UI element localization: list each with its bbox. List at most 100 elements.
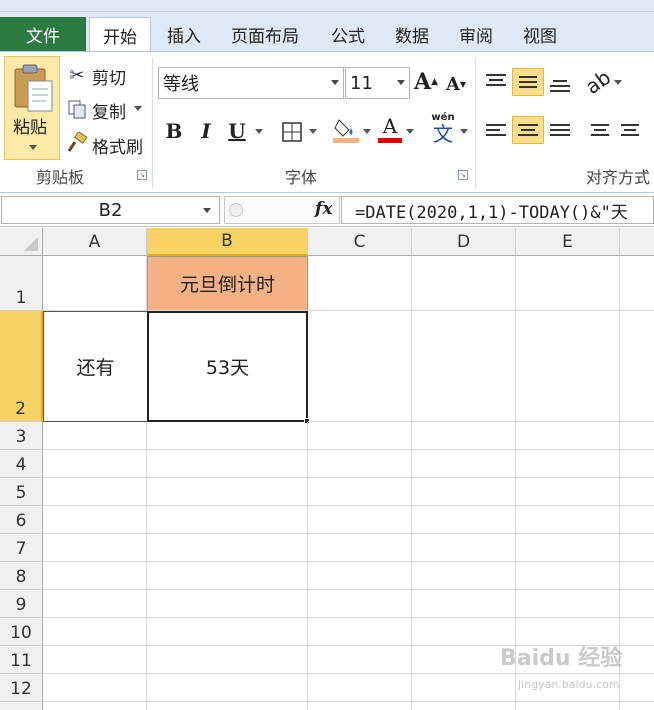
increase-indent-button[interactable]: [614, 116, 646, 144]
align-top-button[interactable]: [480, 66, 512, 94]
font-size-combo[interactable]: 11: [345, 67, 410, 99]
row-header-1[interactable]: 1: [0, 256, 43, 311]
cell-a1[interactable]: [43, 256, 147, 311]
font-color-icon[interactable]: A: [378, 114, 402, 144]
row-header-5[interactable]: 5: [0, 478, 43, 506]
row-header-13[interactable]: [0, 702, 43, 710]
gridline: [307, 422, 308, 710]
tab-page-layout[interactable]: 页面布局: [222, 17, 308, 52]
formula-cancel-icon[interactable]: [229, 203, 243, 217]
gridline: [411, 422, 412, 710]
align-right-button[interactable]: [544, 116, 576, 144]
row-header-9[interactable]: 9: [0, 590, 43, 618]
column-header-e[interactable]: E: [516, 228, 620, 256]
font-size-value: 11: [350, 72, 373, 94]
cell-c1[interactable]: [308, 256, 412, 311]
clipboard-icon: [14, 64, 53, 112]
tab-home[interactable]: 开始: [89, 17, 151, 52]
orientation-dropdown-icon[interactable]: [614, 80, 622, 85]
tab-review[interactable]: 审阅: [449, 17, 503, 52]
paste-dropdown-icon: [29, 145, 37, 150]
phonetic-dropdown-icon[interactable]: [460, 129, 468, 134]
font-color-dropdown-icon[interactable]: [406, 129, 414, 134]
cell-a2[interactable]: 还有: [43, 311, 147, 422]
italic-button[interactable]: I: [193, 118, 219, 144]
cell-f2[interactable]: [620, 311, 654, 422]
cell-b1[interactable]: 元旦倒计时: [147, 256, 308, 311]
format-painter-icon[interactable]: [66, 132, 88, 154]
clipboard-group-label: 剪贴板: [36, 168, 85, 187]
formula-text: =DATE(2020,1,1)-TODAY()&"天: [355, 202, 628, 223]
decrease-indent-button[interactable]: [584, 116, 616, 144]
paste-label: 粘贴: [13, 118, 47, 138]
copy-button[interactable]: 复制: [92, 98, 126, 123]
tab-view[interactable]: 视图: [513, 17, 567, 52]
shrink-font-icon[interactable]: A ▼: [444, 70, 468, 98]
row-header-8[interactable]: 8: [0, 562, 43, 590]
select-all-corner[interactable]: [0, 228, 43, 256]
column-header-b[interactable]: B: [147, 228, 308, 256]
cell-c2[interactable]: [308, 311, 412, 422]
column-header-f[interactable]: [620, 228, 654, 256]
row-header-7[interactable]: 7: [0, 534, 43, 562]
row-header-11[interactable]: 11: [0, 646, 43, 674]
insert-function-icon[interactable]: fx: [315, 199, 332, 219]
copy-icon[interactable]: [66, 98, 88, 120]
tab-file[interactable]: 文件: [0, 17, 86, 51]
column-header-c[interactable]: C: [308, 228, 412, 256]
copy-dropdown-icon[interactable]: [134, 106, 142, 111]
cell-b2[interactable]: 53天: [147, 311, 308, 422]
align-bottom-button[interactable]: [544, 72, 576, 100]
borders-icon[interactable]: [280, 120, 304, 144]
underline-button[interactable]: U: [224, 118, 250, 144]
underline-dropdown-icon[interactable]: [255, 129, 263, 134]
font-color-swatch: [378, 137, 402, 143]
gridline: [146, 422, 147, 710]
cell-d1[interactable]: [412, 256, 516, 311]
phonetic-guide-icon[interactable]: wén 文: [428, 112, 458, 146]
row-header-4[interactable]: 4: [0, 450, 43, 478]
cell-e2[interactable]: [516, 311, 620, 422]
align-center-button[interactable]: [512, 116, 544, 144]
scissors-icon[interactable]: ✂: [66, 64, 88, 86]
fill-color-dropdown-icon[interactable]: [363, 129, 371, 134]
formula-input[interactable]: =DATE(2020,1,1)-TODAY()&"天: [341, 196, 654, 224]
row-header-10[interactable]: 10: [0, 618, 43, 646]
watermark-logo: Baidu 经验: [500, 646, 623, 671]
format-painter-button[interactable]: 格式刷: [92, 133, 143, 158]
row-header-3[interactable]: 3: [0, 422, 43, 450]
chevron-down-icon[interactable]: [203, 208, 211, 213]
column-header-d[interactable]: D: [412, 228, 516, 256]
align-middle-button[interactable]: [512, 68, 544, 96]
clipboard-launcher-icon[interactable]: ↘: [137, 170, 147, 180]
font-name-value: 等线: [163, 74, 199, 95]
fill-color-icon[interactable]: [333, 116, 359, 144]
tab-formulas[interactable]: 公式: [320, 17, 376, 52]
font-group-label: 字体: [285, 168, 318, 187]
borders-dropdown-icon[interactable]: [309, 129, 317, 134]
font-color-letter: A: [382, 113, 398, 138]
chevron-down-icon: [331, 80, 339, 85]
alignment-group-label: 对齐方式: [586, 168, 651, 187]
name-box[interactable]: B2: [1, 196, 220, 224]
grow-font-icon[interactable]: A ▲: [414, 68, 438, 96]
column-header-a[interactable]: A: [43, 228, 147, 256]
row-header-12[interactable]: 12: [0, 674, 43, 702]
font-name-combo[interactable]: 等线: [158, 67, 344, 99]
name-box-value: B2: [98, 199, 123, 221]
paste-button[interactable]: 粘贴: [4, 56, 60, 160]
group-divider: [152, 58, 153, 188]
cut-button[interactable]: 剪切: [92, 64, 126, 89]
spreadsheet-grid: A B C D E 1 2 3 4 5 6 7 8 9 10 11 12 元旦倒…: [0, 228, 654, 710]
bold-button[interactable]: B: [161, 118, 187, 144]
tab-data[interactable]: 数据: [386, 17, 438, 52]
phonetic-char: 文: [433, 122, 453, 146]
cell-d2[interactable]: [412, 311, 516, 422]
row-header-6[interactable]: 6: [0, 506, 43, 534]
cell-e1[interactable]: [516, 256, 620, 311]
align-left-button[interactable]: [480, 116, 512, 144]
cell-f1[interactable]: [620, 256, 654, 311]
tab-insert[interactable]: 插入: [158, 17, 210, 52]
row-header-2[interactable]: 2: [0, 311, 43, 422]
font-launcher-icon[interactable]: ↘: [458, 170, 468, 180]
